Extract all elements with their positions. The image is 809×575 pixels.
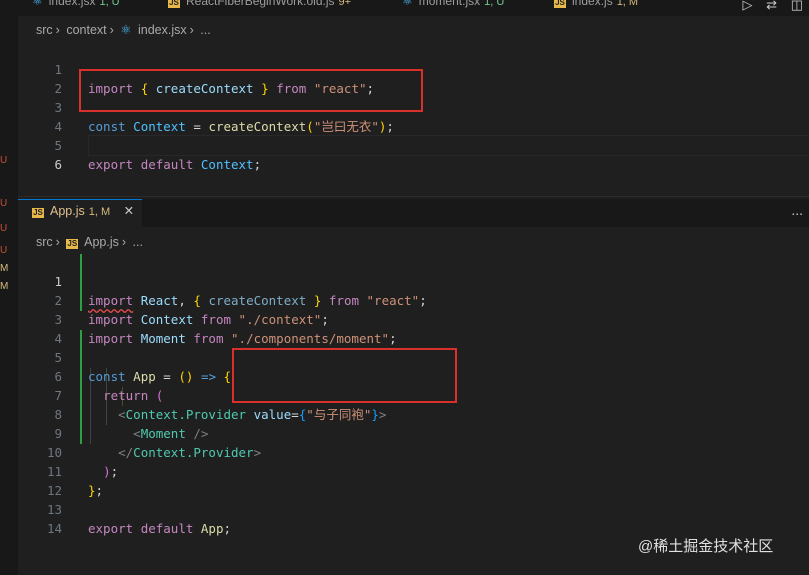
js-icon: JS — [554, 0, 566, 8]
code-line: 1 import { createContext } from "react"; — [18, 41, 809, 96]
code-line: 13 export default App; — [18, 481, 809, 536]
tab-index-js[interactable]: JS index.js 1, M — [554, 0, 638, 16]
react-icon: ⚛ — [32, 0, 43, 8]
tab-index-jsx[interactable]: ⚛ index.jsx 1, U — [32, 0, 120, 16]
breadcrumb-item[interactable]: ... — [200, 23, 210, 37]
more-actions-icon[interactable]: ... — [791, 202, 803, 218]
tab-moment-jsx[interactable]: ⚛ moment.jsx 1, U — [402, 0, 504, 16]
code-line: 12 — [18, 462, 809, 498]
code-line: 5 export default Context; — [18, 117, 809, 172]
breadcrumb-item[interactable]: context — [66, 23, 106, 37]
pane-divider[interactable] — [18, 196, 809, 197]
breadcrumb-item[interactable]: ... — [133, 235, 143, 249]
top-tab-bar: ⚛ index.jsx 1, U JS ReactFiberBeginWork.old… — [18, 0, 809, 16]
status-marker: M — [0, 281, 9, 292]
breadcrumb: src › JS App.js › ... — [36, 231, 146, 253]
editor-actions: ▷ ⇄ ◫ — [733, 0, 803, 13]
bottom-editor-pane: src › JS App.js › ... 1 import React, { cr… — [18, 227, 809, 575]
code-line: 11 }; — [18, 443, 809, 498]
tab-label: index.jsx — [48, 0, 96, 8]
code-line: 9 </Context.Provider> — [18, 405, 809, 460]
tab-status: 1, U — [484, 0, 505, 8]
top-editor-pane: ⚛ index.jsx 1, U JS ReactFiberBeginWork.old… — [18, 0, 809, 196]
status-marker: U — [0, 155, 8, 166]
tab-status: 1, M — [88, 206, 111, 218]
breadcrumb-item[interactable]: index.jsx — [138, 23, 187, 37]
status-marker: U — [0, 223, 8, 234]
tab-label: App.js — [50, 204, 85, 218]
annotation-box — [79, 69, 423, 112]
code-line: 10 ); — [18, 424, 809, 479]
code-line: 3 import Moment from "./components/momen… — [18, 291, 809, 346]
explorer-status-strip: U U U U M M — [0, 0, 18, 575]
breadcrumb-item[interactable]: App.js — [84, 235, 119, 249]
code-line: 2 import Context from "./context"; — [18, 272, 809, 327]
tab-label: moment.jsx — [418, 0, 481, 8]
tab-label: index.js — [572, 0, 613, 8]
status-marker: U — [0, 198, 8, 209]
tab-label: ReactFiberBeginWork.old.js — [186, 0, 335, 8]
chevron-right-icon: › — [189, 23, 194, 37]
status-marker: M — [0, 263, 9, 274]
tab-content: JS App.js 1, M ✕ — [32, 203, 134, 225]
react-icon: ⚛ — [402, 0, 413, 8]
line-number: 6 — [54, 157, 62, 172]
chevron-right-icon: › — [121, 235, 127, 249]
annotation-box — [232, 348, 457, 403]
code-line: 1 import React, { createContext } from "… — [18, 253, 809, 308]
tab-status: 1, U — [99, 0, 120, 8]
chevron-right-icon: › — [55, 23, 60, 37]
close-icon[interactable]: ✕ — [124, 204, 134, 218]
code-line: 14 — [18, 500, 809, 536]
tab-status: 1, M — [616, 0, 639, 8]
tab-app-js[interactable]: JS App.js 1, M ✕ — [18, 199, 142, 228]
compare-icon[interactable]: ⇄ — [766, 0, 777, 12]
chevron-right-icon: › — [55, 235, 60, 249]
breadcrumb-item[interactable]: src — [36, 235, 53, 249]
code-text: export default App; — [88, 521, 232, 536]
chevron-right-icon: › — [109, 23, 114, 37]
line-number: 14 — [46, 521, 62, 536]
js-icon: JS — [66, 239, 79, 249]
current-line-highlight — [88, 135, 809, 156]
js-icon: JS — [32, 208, 44, 218]
code-line: 5 const App = () => { — [18, 329, 809, 384]
breadcrumb-item[interactable]: src — [36, 23, 53, 37]
split-editor-icon[interactable]: ◫ — [791, 0, 803, 12]
status-marker: U — [0, 245, 8, 256]
run-icon[interactable]: ▷ — [743, 0, 753, 12]
code-line: 4 — [18, 310, 809, 346]
bottom-tab-bar: JS App.js 1, M ✕ ... — [18, 199, 809, 228]
js-icon: JS — [168, 0, 180, 8]
watermark: @稀土掘金技术社区 — [638, 538, 774, 555]
react-icon: ⚛ — [120, 23, 132, 37]
tab-reactfiberbeginwork[interactable]: JS ReactFiberBeginWork.old.js 9+ — [168, 0, 351, 16]
tab-status: 9+ — [338, 0, 352, 8]
code-text: export default Context; — [88, 157, 262, 172]
code-line: 6 — [18, 135, 809, 172]
breadcrumb: src › context › ⚛ index.jsx › ... — [36, 19, 214, 41]
